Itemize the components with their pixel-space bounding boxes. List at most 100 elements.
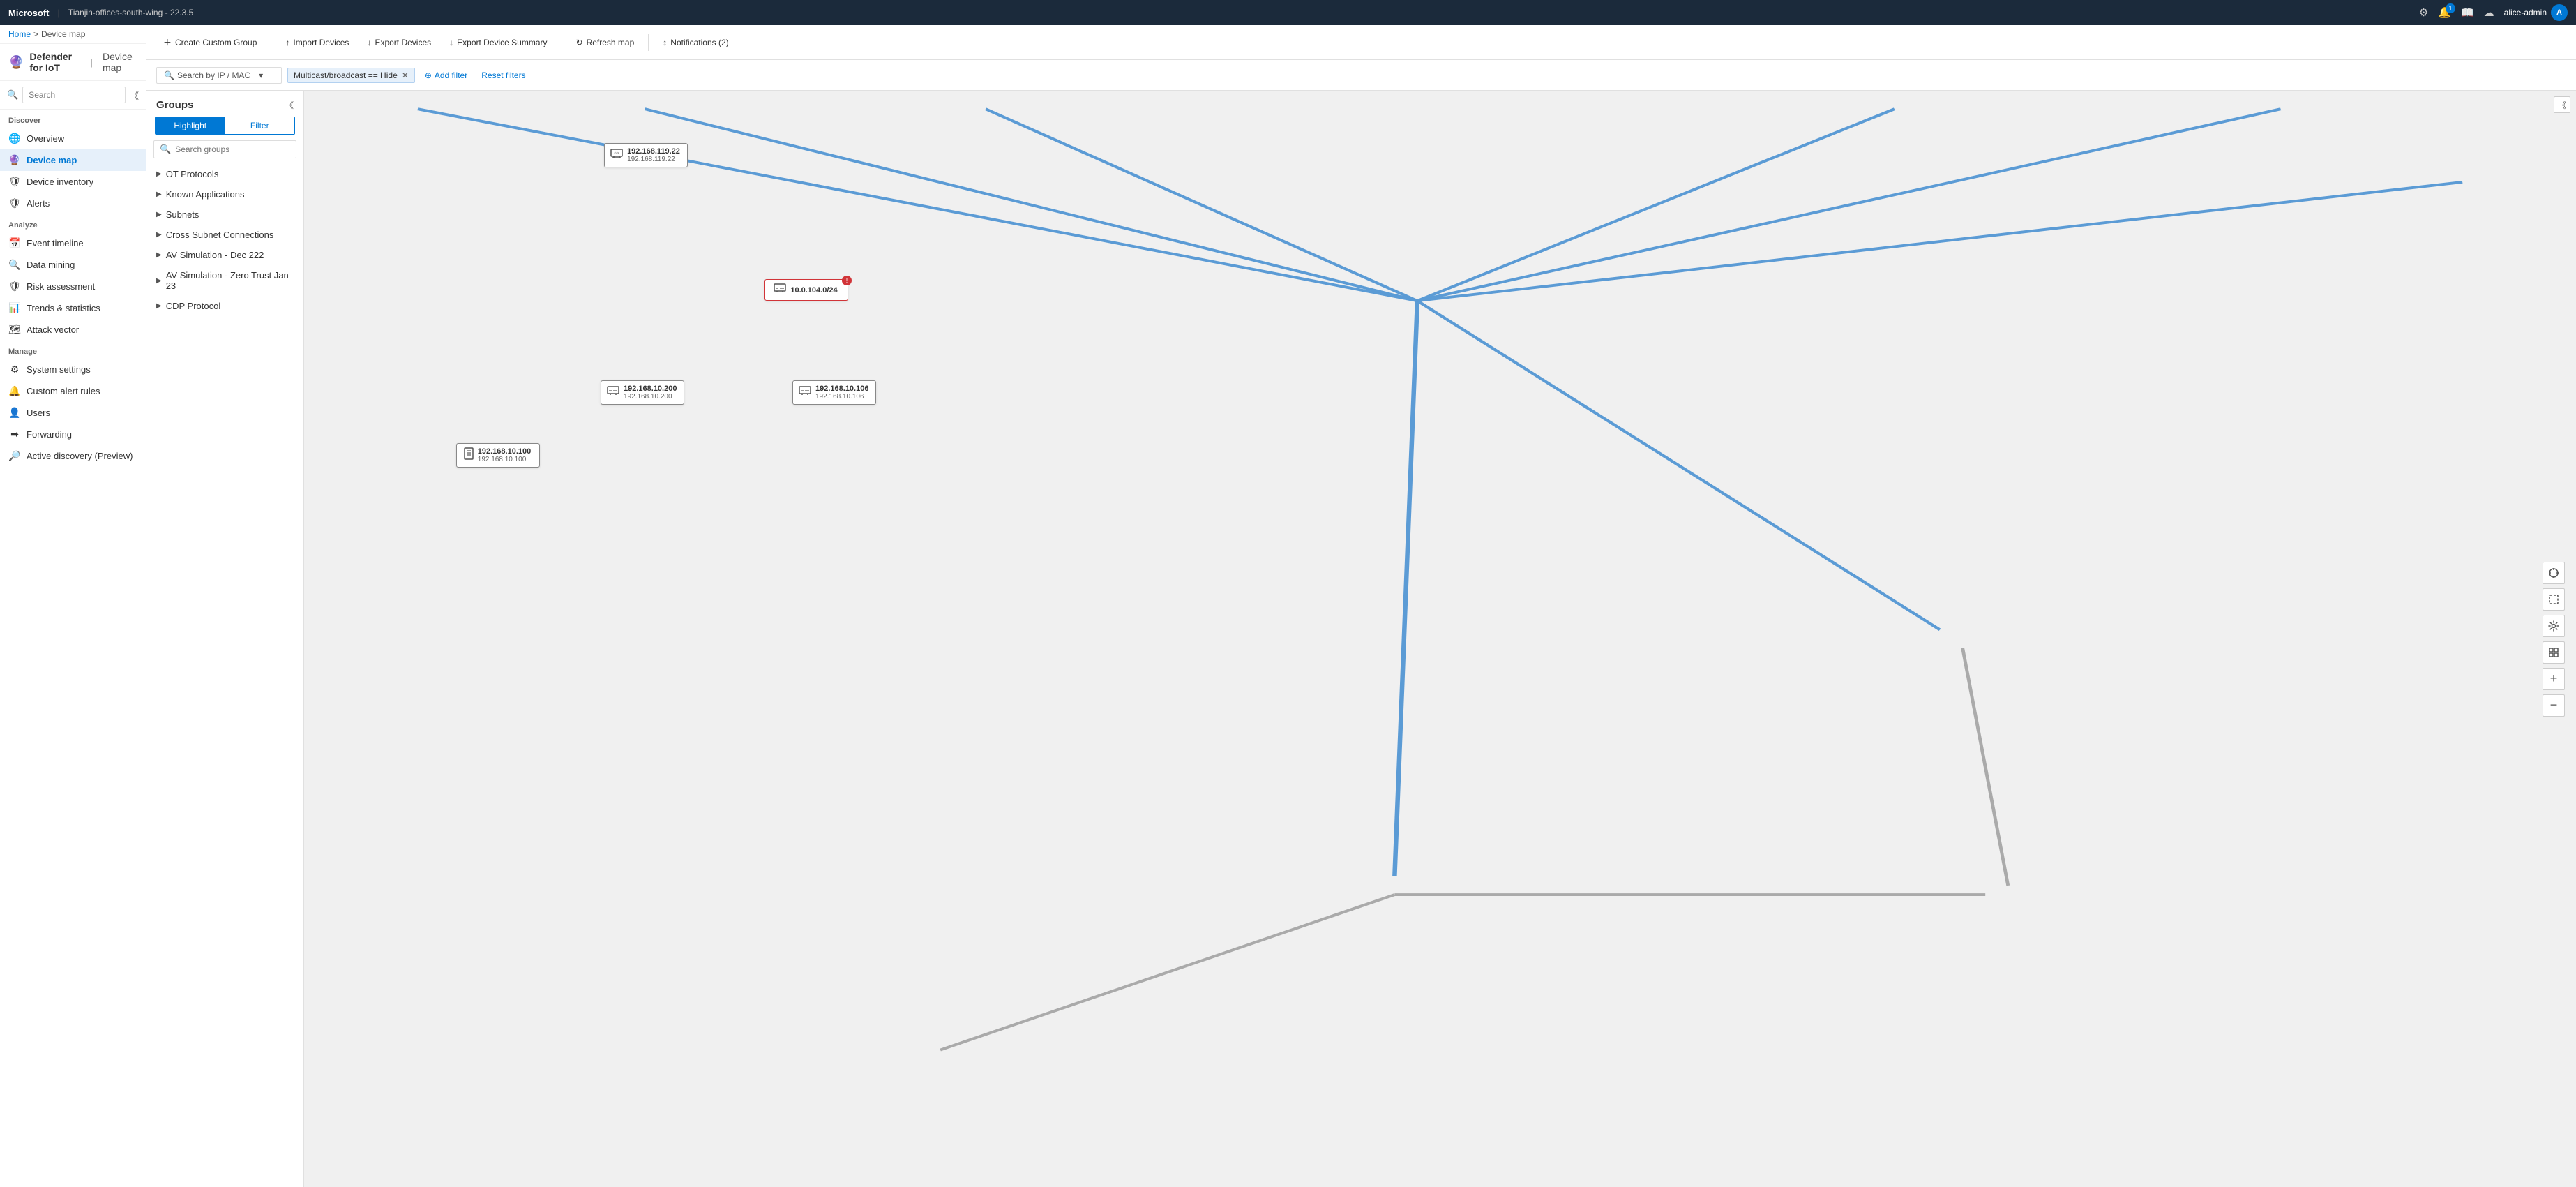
- device-node-10-0-104-0-24[interactable]: ! 10.0.104.0/24: [764, 279, 848, 301]
- tab-filter[interactable]: Filter: [225, 117, 295, 134]
- sidebar-item-label: Event timeline: [27, 238, 84, 248]
- sidebar-item-system-settings[interactable]: ⚙ System settings: [0, 359, 146, 380]
- crosshair-button[interactable]: [2543, 562, 2565, 584]
- reset-filters-button[interactable]: Reset filters: [477, 68, 529, 83]
- node-inner: 10.0.104.0/24: [774, 283, 837, 297]
- device-inventory-icon: 🛡: [8, 176, 21, 188]
- breadcrumb-home[interactable]: Home: [8, 29, 31, 39]
- node-inner: 192.168.10.200 192.168.10.200: [607, 385, 677, 401]
- topbar: Microsoft | Tianjin-offices-south-wing -…: [0, 0, 2576, 25]
- group-item-av-sim-zt[interactable]: ▶ AV Simulation - Zero Trust Jan 23: [146, 265, 303, 296]
- system-settings-icon: ⚙: [8, 364, 21, 375]
- node-labels: 10.0.104.0/24: [790, 286, 837, 294]
- groups-search-input[interactable]: [175, 144, 290, 154]
- group-item-subnets[interactable]: ▶ Subnets: [146, 204, 303, 225]
- import-devices-button[interactable]: ↑ Import Devices: [278, 34, 356, 51]
- filter-bar: 🔍 Search by IP / MAC ▾ Multicast/broadca…: [146, 60, 2576, 91]
- sidebar-item-active-discovery[interactable]: 🔎 Active discovery (Preview): [0, 445, 146, 467]
- device-name: 192.168.10.200: [624, 385, 677, 393]
- sidebar-item-data-mining[interactable]: 🔍 Data mining: [0, 254, 146, 276]
- search-input[interactable]: [22, 87, 126, 103]
- group-arrow-icon: ▶: [156, 251, 162, 259]
- export-device-summary-button[interactable]: ↓ Export Device Summary: [442, 34, 554, 51]
- notifications-button[interactable]: ↕ Notifications (2): [656, 34, 735, 51]
- risk-assessment-icon: 🛡: [8, 281, 21, 292]
- user-menu[interactable]: alice-admin A: [2504, 4, 2568, 21]
- group-item-ot-protocols[interactable]: ▶ OT Protocols: [146, 164, 303, 184]
- sidebar-item-label: Alerts: [27, 198, 50, 209]
- node-inner: 192.168.10.100 192.168.10.100: [464, 447, 531, 463]
- device-icon: [607, 386, 619, 399]
- sidebar-item-forwarding[interactable]: ➡ Forwarding: [0, 424, 146, 445]
- book-icon[interactable]: 📖: [2461, 6, 2474, 19]
- select-area-button[interactable]: [2543, 588, 2565, 611]
- right-collapse-button[interactable]: 《: [2554, 96, 2570, 113]
- notifications-icon[interactable]: 🔔 1: [2438, 6, 2451, 19]
- zoom-out-button[interactable]: −: [2543, 694, 2565, 717]
- add-filter-button[interactable]: ⊕ Add filter: [421, 68, 472, 83]
- group-item-cross-subnet[interactable]: ▶ Cross Subnet Connections: [146, 225, 303, 245]
- refresh-map-button[interactable]: ↻ Refresh map: [569, 34, 642, 51]
- sidebar-item-label: System settings: [27, 364, 91, 375]
- sidebar-item-label: Attack vector: [27, 324, 79, 335]
- device-node-192-168-10-200[interactable]: 192.168.10.200 192.168.10.200: [601, 380, 684, 405]
- sidebar-item-users[interactable]: 👤 Users: [0, 402, 146, 424]
- device-node-192-168-10-100[interactable]: 192.168.10.100 192.168.10.100: [456, 443, 540, 468]
- event-timeline-icon: 📅: [8, 237, 21, 249]
- device-node-192-168-10-106[interactable]: 192.168.10.106 192.168.10.106: [792, 380, 876, 405]
- group-item-av-sim-dec[interactable]: ▶ AV Simulation - Dec 222: [146, 245, 303, 265]
- sidebar-collapse-button[interactable]: 《: [130, 89, 139, 102]
- groups-collapse-button[interactable]: 《: [285, 99, 294, 111]
- node-inner: </> 192.168.119.22 192.168.119.22: [610, 147, 680, 163]
- tab-highlight[interactable]: Highlight: [156, 117, 225, 134]
- group-arrow-icon: ▶: [156, 191, 162, 198]
- filter-search-icon: 🔍: [164, 70, 174, 80]
- data-mining-icon: 🔍: [8, 259, 21, 271]
- group-item-cdp-protocol[interactable]: ▶ CDP Protocol: [146, 296, 303, 316]
- users-icon: 👤: [8, 407, 21, 419]
- section-manage: Manage: [0, 341, 146, 359]
- title-divider: |: [91, 57, 93, 68]
- brand-label: Microsoft: [8, 8, 50, 18]
- add-filter-icon: ⊕: [425, 70, 432, 80]
- group-item-label: AV Simulation - Zero Trust Jan 23: [166, 270, 294, 291]
- device-icon: </>: [610, 149, 623, 162]
- export-summary-icon: ↓: [449, 38, 453, 47]
- sidebar-item-custom-alert-rules[interactable]: 🔔 Custom alert rules: [0, 380, 146, 402]
- group-item-known-applications[interactable]: ▶ Known Applications: [146, 184, 303, 204]
- filter-chip-close[interactable]: ✕: [402, 70, 409, 80]
- sidebar-item-trends[interactable]: 📊 Trends & statistics: [0, 297, 146, 319]
- sidebar-item-overview[interactable]: 🌐 Overview: [0, 128, 146, 149]
- group-arrow-icon: ▶: [156, 302, 162, 310]
- sidebar-item-event-timeline[interactable]: 📅 Event timeline: [0, 232, 146, 254]
- topbar-left: Microsoft | Tianjin-offices-south-wing -…: [8, 8, 193, 18]
- map-settings-button[interactable]: [2543, 615, 2565, 637]
- ip-mac-search[interactable]: 🔍 Search by IP / MAC ▾: [156, 67, 282, 84]
- cloud-icon[interactable]: ☁: [2484, 6, 2494, 19]
- zoom-in-button[interactable]: +: [2543, 668, 2565, 690]
- device-name: 192.168.10.100: [478, 447, 531, 456]
- export-devices-button[interactable]: ↓ Export Devices: [360, 34, 438, 51]
- export-devices-icon: ↓: [367, 38, 371, 47]
- refresh-icon: ↻: [576, 38, 583, 47]
- sidebar-item-risk-assessment[interactable]: 🛡 Risk assessment: [0, 276, 146, 297]
- map-canvas[interactable]: </> 192.168.119.22 192.168.119.22 !: [304, 91, 2576, 1187]
- create-custom-group-button[interactable]: ＋ Create Custom Group: [156, 33, 264, 52]
- sidebar-item-alerts[interactable]: 🛡 Alerts: [0, 193, 146, 214]
- sidebar-item-device-map[interactable]: 🔮 Device map: [0, 149, 146, 171]
- sidebar-item-attack-vector[interactable]: 🗺 Attack vector: [0, 319, 146, 341]
- layout-button[interactable]: [2543, 641, 2565, 664]
- sidebar-item-label: Active discovery (Preview): [27, 451, 133, 461]
- main-layout: Home > Device map 🔮 Defender for IoT | D…: [0, 25, 2576, 1187]
- device-ip: 192.168.10.100: [478, 456, 531, 463]
- groups-panel: Groups 《 Highlight Filter 🔍 ▶ OT Protoco…: [146, 91, 304, 1187]
- device-ip: 192.168.119.22: [627, 156, 680, 163]
- attack-vector-icon: 🗺: [8, 324, 21, 336]
- sidebar-item-label: Device map: [27, 155, 77, 165]
- node-inner: 192.168.10.106 192.168.10.106: [799, 385, 868, 401]
- settings-icon[interactable]: ⚙: [2419, 6, 2428, 19]
- device-ip: 192.168.10.106: [815, 393, 868, 401]
- group-item-label: CDP Protocol: [166, 301, 221, 311]
- device-node-192-168-119-22[interactable]: </> 192.168.119.22 192.168.119.22: [604, 143, 688, 167]
- sidebar-item-device-inventory[interactable]: 🛡 Device inventory: [0, 171, 146, 193]
